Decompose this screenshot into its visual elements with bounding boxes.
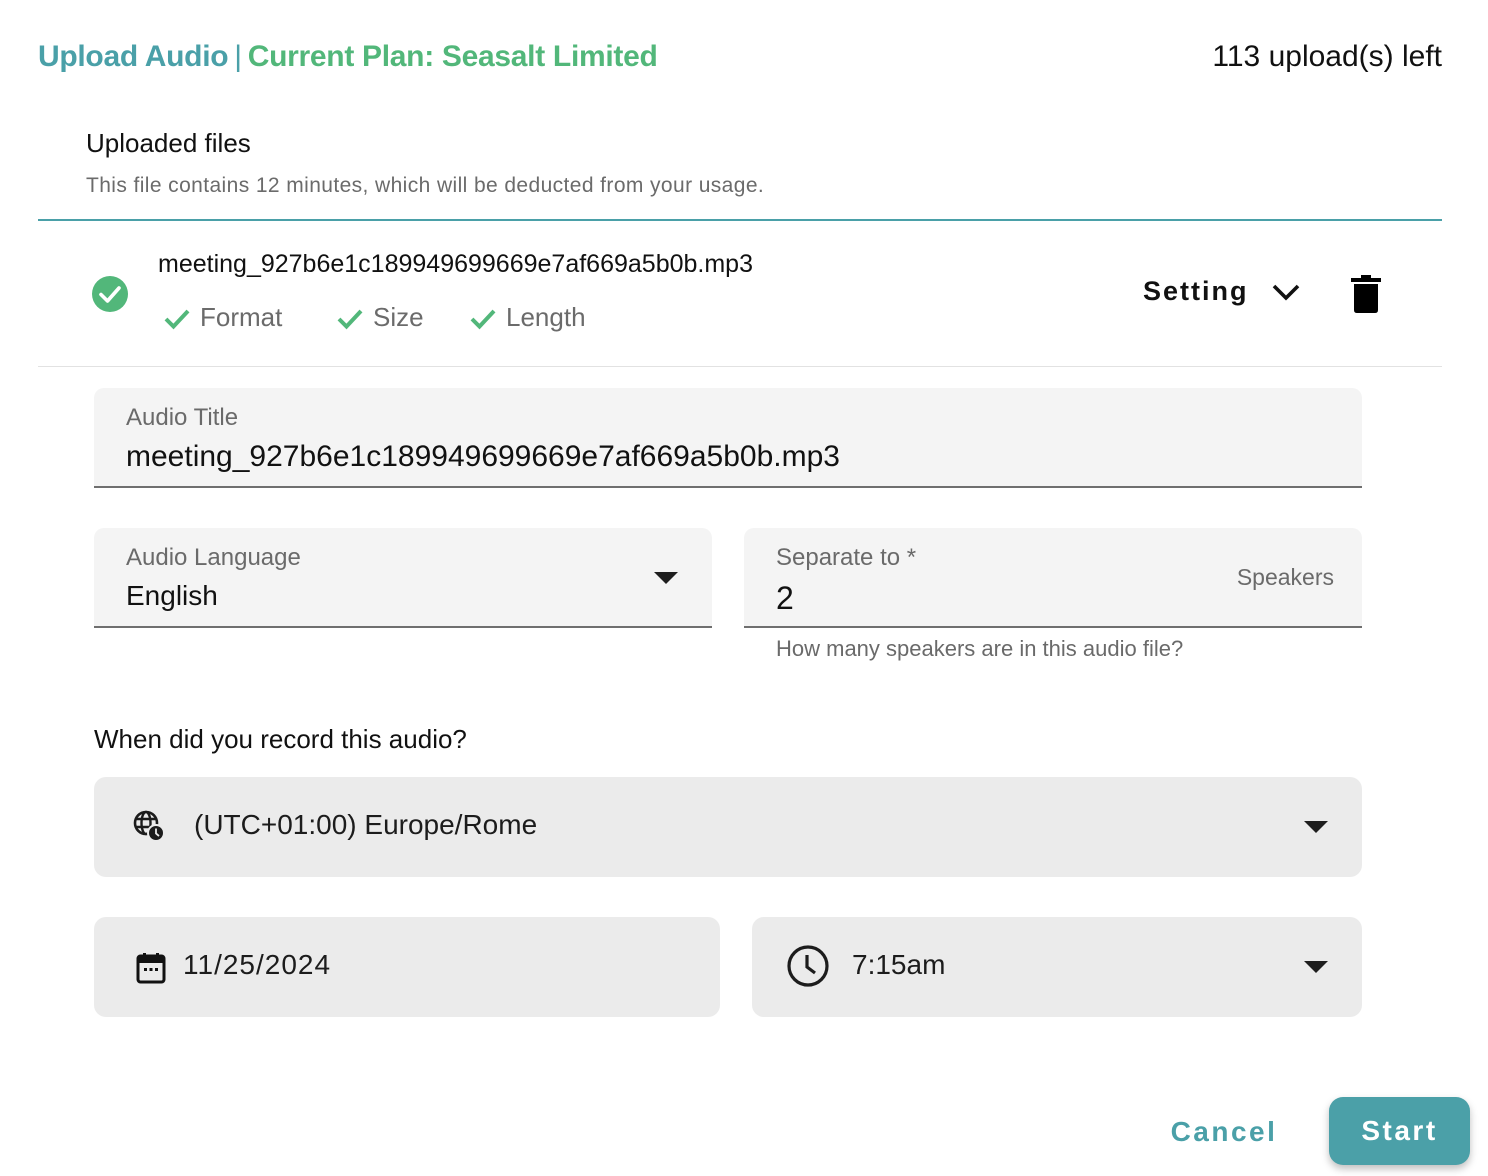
divider: [38, 219, 1442, 221]
divider: [38, 366, 1442, 367]
audio-language-value: English: [126, 580, 218, 611]
dialog-title: Upload Audio | Current Plan: Seasalt Limit…: [38, 40, 658, 74]
audio-title-input[interactable]: meeting_927b6e1c189949699669e7af669a5b0b…: [126, 440, 840, 474]
audio-language-label: Audio Language: [126, 544, 301, 571]
audio-title-field[interactable]: Audio Title meeting_927b6e1c189949699669…: [94, 388, 1362, 488]
speakers-helper-text: How many speakers are in this audio file…: [776, 636, 1184, 661]
record-time-question: When did you record this audio?: [94, 724, 467, 754]
calendar-icon: [136, 953, 166, 984]
time-value: 7:15am: [852, 949, 946, 980]
check-icon: [470, 309, 496, 329]
timezone-select[interactable]: (UTC+01:00) Europe/Rome: [94, 777, 1362, 877]
check-icon: [164, 309, 190, 329]
title-upload-audio: Upload Audio: [38, 40, 229, 73]
speakers-label: Separate to *: [776, 544, 917, 571]
check-format: Format: [162, 302, 282, 333]
uploads-left-count: 113 upload(s) left: [1212, 40, 1442, 73]
timezone-value: (UTC+01:00) Europe/Rome: [194, 809, 538, 840]
speakers-field[interactable]: Separate to * 2 Speakers: [744, 528, 1362, 628]
speakers-input[interactable]: 2: [776, 580, 794, 617]
check-format-label: Format: [200, 302, 283, 332]
dropdown-arrow-icon: [1304, 821, 1328, 833]
dropdown-arrow-icon: [1304, 961, 1328, 973]
date-picker[interactable]: 11/25/2024: [94, 917, 720, 1017]
uploaded-file-name: meeting_927b6e1c189949699669e7af669a5b0b…: [158, 250, 753, 278]
setting-button[interactable]: Setting: [1143, 276, 1301, 307]
check-size-label: Size: [373, 302, 424, 332]
time-select[interactable]: 7:15am: [752, 917, 1362, 1017]
uploaded-files-heading: Uploaded files: [86, 128, 251, 158]
audio-language-select[interactable]: Audio Language English: [94, 528, 712, 628]
start-button[interactable]: Start: [1329, 1097, 1470, 1165]
check-length-label: Length: [506, 302, 586, 332]
clock-icon: [787, 945, 829, 987]
current-plan: Current Plan: Seasalt Limited: [247, 40, 658, 73]
check-size: Size: [335, 302, 424, 333]
speakers-suffix: Speakers: [1236, 564, 1334, 590]
check-length: Length: [468, 302, 586, 333]
audio-title-label: Audio Title: [126, 404, 239, 431]
chevron-down-icon: [1272, 284, 1299, 301]
globe-clock-icon: [133, 810, 165, 842]
dropdown-arrow-icon: [654, 572, 678, 584]
usage-note: This file contains 12 minutes, which wil…: [86, 174, 765, 197]
trash-icon[interactable]: [1350, 274, 1382, 314]
check-icon: [337, 309, 363, 329]
setting-label: Setting: [1143, 276, 1249, 306]
cancel-button[interactable]: Cancel: [1160, 1104, 1288, 1160]
title-separator: |: [234, 40, 242, 73]
date-value: 11/25/2024: [183, 949, 332, 980]
check-circle-icon: [92, 276, 128, 312]
